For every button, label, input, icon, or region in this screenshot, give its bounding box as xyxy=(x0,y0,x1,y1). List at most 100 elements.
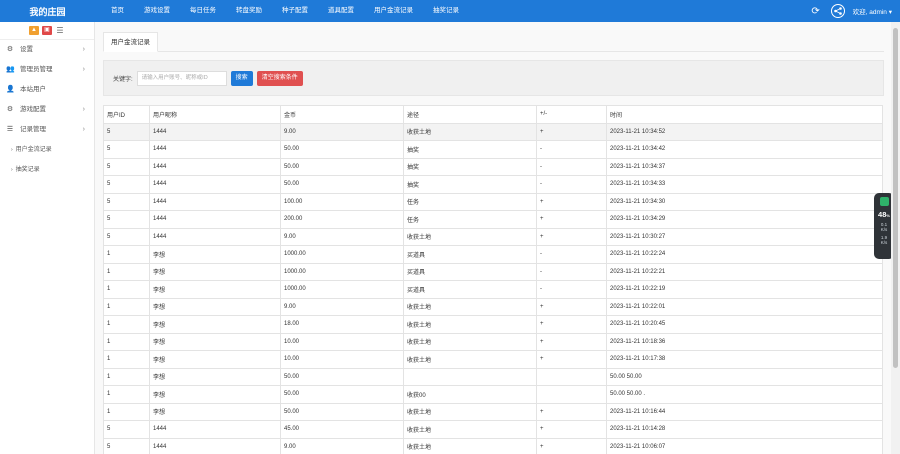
table-cell: 1444 xyxy=(149,227,281,246)
table-row[interactable]: 5 1444 50.00 抽奖 -2023-11-21 10:34:33 xyxy=(103,175,883,194)
table-row[interactable]: 1 李想 10.00 收获土地 +2023-11-21 10:17:38 xyxy=(103,350,883,369)
table-cell: 5 xyxy=(103,140,150,159)
table-cell: 10.00 xyxy=(280,332,404,351)
table-cell: 1444 xyxy=(149,140,281,159)
table-cell: 李想 xyxy=(149,332,281,351)
page-scrollbar[interactable] xyxy=(891,22,900,454)
table-cell: - xyxy=(536,175,607,194)
col-time[interactable]: 时间 xyxy=(606,105,883,124)
tab-bar: 用户金流记录 xyxy=(103,32,884,52)
quick-menu-icon[interactable]: ☰ xyxy=(55,26,65,35)
sidebar-subitem-money-records[interactable]: › 用户金流记录 xyxy=(0,140,94,160)
nav-lottery-records[interactable]: 抽奖记录 xyxy=(423,0,469,22)
table-cell: 1444 xyxy=(149,175,281,194)
table-row[interactable]: 1 李想 50.00 收获00 50.00 50.00 . xyxy=(103,385,883,404)
nav-game-settings[interactable]: 游戏设置 xyxy=(134,0,180,22)
user-menu[interactable]: 欢迎, admin ▾ xyxy=(853,6,892,16)
table-cell: + xyxy=(536,402,607,421)
sidebar-subitem-label: 抽奖记录 xyxy=(15,167,40,173)
nav-home[interactable]: 首页 xyxy=(101,0,134,22)
clear-search-button[interactable]: 清空搜索条件 xyxy=(256,70,303,86)
search-panel: 关键字: 搜索 清空搜索条件 xyxy=(103,60,884,96)
table-cell: 5 xyxy=(103,122,150,141)
table-cell: 任务 xyxy=(403,210,537,229)
table-row[interactable]: 5 1444 45.00 收获土地 +2023-11-21 10:14:28 xyxy=(103,420,883,439)
table-row[interactable]: 1 李想 1000.00 买道具 -2023-11-21 10:22:24 xyxy=(103,245,883,264)
sidebar-item-settings[interactable]: ⚙ 设置 › xyxy=(0,40,94,60)
table-cell: 2023-11-21 10:22:01 xyxy=(606,297,883,316)
table-cell: 收获土地 xyxy=(403,122,537,141)
search-button[interactable]: 搜索 xyxy=(230,70,253,86)
quick-home-icon[interactable]: ▲ xyxy=(29,26,39,35)
sidebar: ▲ ▣ ☰ ⚙ 设置 › 👥 管理员管理 › 👤 本站用户 ⚙ 游戏配置 › ☰… xyxy=(0,22,95,454)
table-row[interactable]: 5 1444 50.00 抽奖 -2023-11-21 10:34:37 xyxy=(103,157,883,176)
table-cell: - xyxy=(536,280,607,299)
col-coins[interactable]: 金币 xyxy=(280,105,404,124)
col-sign[interactable]: +/- xyxy=(536,105,607,124)
nav-seed-config[interactable]: 种子配置 xyxy=(272,0,318,22)
gears-icon: ⚙ xyxy=(6,46,14,53)
table-cell: 5 xyxy=(103,210,150,229)
sidebar-item-game-config[interactable]: ⚙ 游戏配置 › xyxy=(0,100,94,120)
sidebar-item-records[interactable]: ☰ 记录管理 › xyxy=(0,120,94,140)
brand-logo[interactable]: 我的庄园 xyxy=(0,5,95,18)
nav-wheel-rewards[interactable]: 转盘奖励 xyxy=(226,0,272,22)
table-cell: 9.00 xyxy=(280,297,404,316)
nav-money-records[interactable]: 用户金流记录 xyxy=(364,0,423,22)
avatar[interactable] xyxy=(830,4,845,18)
table-row[interactable]: 1 李想 1000.00 买道具 -2023-11-21 10:22:19 xyxy=(103,280,883,299)
table-cell: 收获土地 xyxy=(403,350,537,369)
col-source[interactable]: 途径 xyxy=(403,105,537,124)
table-row[interactable]: 5 1444 9.00 收获土地 +2023-11-21 10:34:52 xyxy=(103,122,883,141)
table-row[interactable]: 1 李想 50.00 收获土地 +2023-11-21 10:16:44 xyxy=(103,402,883,421)
sidebar-item-admins[interactable]: 👥 管理员管理 › xyxy=(0,60,94,80)
table-cell: 1000.00 xyxy=(280,280,404,299)
table-row[interactable]: 5 1444 50.00 抽奖 -2023-11-21 10:34:42 xyxy=(103,140,883,159)
nav-item-config[interactable]: 道具配置 xyxy=(318,0,364,22)
quick-layout-icon[interactable]: ▣ xyxy=(42,26,52,35)
table-cell: + xyxy=(536,192,607,211)
chevron-right-icon: › xyxy=(82,106,85,113)
table-cell: 1 xyxy=(103,350,150,369)
table-row[interactable]: 5 1444 9.00 收获土地 +2023-11-21 10:06:07 xyxy=(103,437,883,454)
table-cell: + xyxy=(536,297,607,316)
top-navbar: 我的庄园 首页 游戏设置 每日任务 转盘奖励 种子配置 道具配置 用户金流记录 … xyxy=(0,0,900,22)
nav-daily-tasks[interactable]: 每日任务 xyxy=(180,0,226,22)
chevron-right-icon: › xyxy=(82,46,85,53)
table-row[interactable]: 5 1444 100.00 任务 +2023-11-21 10:34:30 xyxy=(103,192,883,211)
table-cell: 买道具 xyxy=(403,245,537,264)
table-row[interactable]: 1 李想 1000.00 买道具 -2023-11-21 10:22:21 xyxy=(103,262,883,281)
table-cell: + xyxy=(536,420,607,439)
scrollbar-thumb[interactable] xyxy=(893,28,898,368)
records-table-wrap: 用户ID 用户昵称 金币 途径 +/- 时间 5 1444 9.00 收获土地 +202… xyxy=(103,105,883,454)
table-cell: 1000.00 xyxy=(280,245,404,264)
table-cell: + xyxy=(536,437,607,454)
sidebar-subitem-lottery-records[interactable]: › 抽奖记录 xyxy=(0,160,94,180)
table-cell: - xyxy=(536,262,607,281)
gears-icon: ⚙ xyxy=(6,106,14,113)
table-cell: 抽奖 xyxy=(403,175,537,194)
table-cell: 李想 xyxy=(149,350,281,369)
col-user-id[interactable]: 用户ID xyxy=(103,105,150,124)
table-row[interactable]: 1 李想 9.00 收获土地 +2023-11-21 10:22:01 xyxy=(103,297,883,316)
col-nickname[interactable]: 用户昵称 xyxy=(149,105,281,124)
table-row[interactable]: 5 1444 9.00 收获土地 +2023-11-21 10:30:27 xyxy=(103,227,883,246)
table-cell: 2023-11-21 10:20:45 xyxy=(606,315,883,334)
table-row[interactable]: 1 李想 18.00 收获土地 +2023-11-21 10:20:45 xyxy=(103,315,883,334)
table-cell: 1444 xyxy=(149,437,281,454)
sidebar-item-site-users[interactable]: 👤 本站用户 xyxy=(0,80,94,100)
refresh-icon[interactable]: ⟳ xyxy=(809,6,823,17)
table-cell: - xyxy=(536,140,607,159)
search-input[interactable] xyxy=(136,70,227,86)
table-cell: 李想 xyxy=(149,297,281,316)
table-row[interactable]: 1 李想 10.00 收获土地 +2023-11-21 10:18:36 xyxy=(103,332,883,351)
table-cell: 1 xyxy=(103,262,150,281)
table-cell: 2023-11-21 10:14:28 xyxy=(606,420,883,439)
table-cell: + xyxy=(536,332,607,351)
table-row[interactable]: 5 1444 200.00 任务 +2023-11-21 10:34:29 xyxy=(103,210,883,229)
tab-money-records[interactable]: 用户金流记录 xyxy=(103,32,158,52)
table-row[interactable]: 1 李想 50.00 50.00 50.00 xyxy=(103,367,883,386)
table-cell: + xyxy=(536,210,607,229)
sidebar-item-label: 记录管理 xyxy=(20,126,46,133)
table-cell: 18.00 xyxy=(280,315,404,334)
